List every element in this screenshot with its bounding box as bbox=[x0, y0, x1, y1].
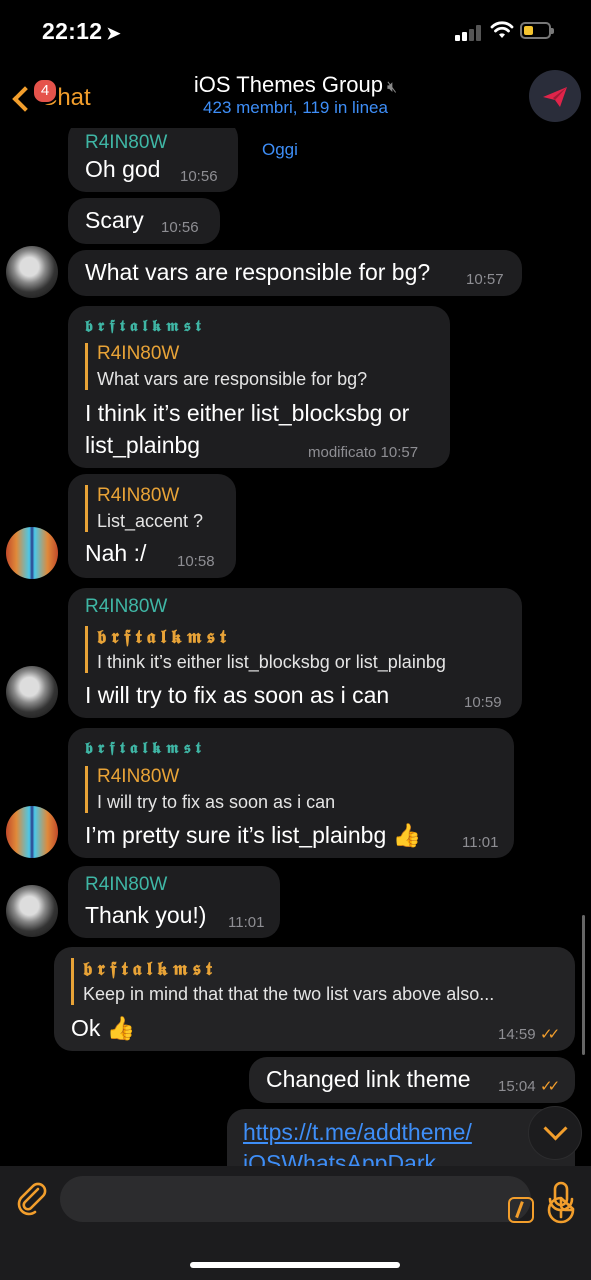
message-input[interactable] bbox=[60, 1176, 575, 1224]
status-bar: 22:12 ➤ bbox=[0, 0, 591, 64]
avatar[interactable] bbox=[6, 885, 58, 937]
avatar[interactable] bbox=[6, 246, 58, 298]
read-checkmarks-icon: ✓✓ bbox=[540, 1078, 560, 1095]
location-icon: ➤ bbox=[106, 24, 121, 43]
sender-name: 𝖇𝖗𝖋𝖙𝖆𝖑𝖐𝖒𝖘𝖙 bbox=[85, 738, 206, 757]
message-text: Thank you!) bbox=[85, 902, 207, 928]
message-bubble[interactable]: What vars are responsible for bg? 10:57 bbox=[68, 250, 522, 296]
message-bubble[interactable]: R4IN80W Thank you!) 11:01 bbox=[68, 866, 280, 938]
avatar[interactable] bbox=[6, 666, 58, 718]
reply-quote[interactable]: R4IN80W What vars are responsible for bg… bbox=[85, 343, 367, 390]
message-bubble[interactable]: R4IN80W Oh god 10:56 bbox=[68, 128, 238, 192]
wifi-icon bbox=[490, 21, 514, 38]
command-slash-icon[interactable] bbox=[508, 1197, 534, 1223]
paper-plane-icon bbox=[543, 87, 567, 107]
message-link[interactable]: https://t.me/addtheme/ bbox=[243, 1119, 472, 1146]
sender-name: 𝖇𝖗𝖋𝖙𝖆𝖑𝖐𝖒𝖘𝖙 bbox=[85, 316, 206, 335]
reply-sender: R4IN80W bbox=[97, 343, 180, 364]
message-text: I’m pretty sure it’s list_plainbg 👍 bbox=[85, 822, 422, 848]
avatar[interactable] bbox=[6, 527, 58, 579]
group-title[interactable]: iOS Themes Group 🔇︎ bbox=[0, 72, 591, 98]
paperclip-icon[interactable] bbox=[14, 1180, 50, 1216]
muted-icon: 🔇︎ bbox=[387, 79, 398, 96]
reply-text: What vars are responsible for bg? bbox=[97, 369, 368, 389]
message-time: 10:57 bbox=[466, 271, 504, 288]
message-bubble-outgoing[interactable]: Changed link theme 15:04 ✓✓ bbox=[249, 1057, 575, 1103]
reply-quote[interactable]: 𝖇𝖗𝖋𝖙𝖆𝖑𝖐𝖒𝖘𝖙 Keep in mind that that the tw… bbox=[71, 958, 494, 1005]
message-time: 10:59 bbox=[464, 694, 502, 711]
message-list[interactable]: Oggi R4IN80W Oh god 10:56 Scary 10:56 Wh… bbox=[0, 128, 591, 1168]
composer-bar bbox=[0, 1166, 591, 1280]
message-text: Scary bbox=[85, 207, 144, 233]
clock-text: 22:12 bbox=[42, 18, 103, 44]
chevron-down-icon bbox=[543, 1116, 568, 1141]
scrollbar[interactable] bbox=[582, 915, 585, 1055]
sender-name: R4IN80W bbox=[85, 132, 168, 153]
reply-sender: R4IN80W bbox=[97, 485, 180, 506]
group-avatar[interactable] bbox=[529, 70, 581, 122]
date-separator: Oggi bbox=[262, 140, 298, 159]
reply-text: Keep in mind that that the two list vars… bbox=[83, 984, 495, 1004]
reply-quote[interactable]: R4IN80W I will try to fix as soon as i c… bbox=[85, 766, 335, 813]
sender-name: R4IN80W bbox=[85, 596, 168, 617]
group-subtitle: 423 membri, 119 in linea bbox=[203, 98, 388, 117]
message-text: Ok 👍 bbox=[71, 1015, 136, 1041]
message-bubble[interactable]: R4IN80W List_accent ? Nah :/ 10:58 bbox=[68, 474, 236, 578]
message-text-line: I think it’s either list_blocksbg or bbox=[85, 400, 410, 426]
message-time: 15:04 bbox=[498, 1078, 536, 1095]
message-bubble[interactable]: 𝖇𝖗𝖋𝖙𝖆𝖑𝖐𝖒𝖘𝖙 R4IN80W What vars are respons… bbox=[68, 306, 450, 468]
reply-quote[interactable]: 𝖇𝖗𝖋𝖙𝖆𝖑𝖐𝖒𝖘𝖙 I think it’s either list_bloc… bbox=[85, 626, 446, 673]
home-indicator[interactable] bbox=[190, 1262, 400, 1268]
group-title-text: iOS Themes Group bbox=[193, 72, 384, 97]
message-bubble[interactable]: R4IN80W 𝖇𝖗𝖋𝖙𝖆𝖑𝖐𝖒𝖘𝖙 I think it’s either l… bbox=[68, 588, 522, 718]
message-bubble[interactable]: Scary 10:56 bbox=[68, 198, 220, 244]
message-time: 10:58 bbox=[177, 553, 215, 570]
message-bubble-outgoing[interactable]: 𝖇𝖗𝖋𝖙𝖆𝖑𝖐𝖒𝖘𝖙 Keep in mind that that the tw… bbox=[54, 947, 575, 1051]
reply-sender: R4IN80W bbox=[97, 766, 180, 787]
battery-icon bbox=[520, 22, 554, 39]
message-time: 10:56 bbox=[161, 219, 199, 236]
cellular-signal-icon bbox=[455, 25, 483, 41]
message-text: Nah :/ bbox=[85, 540, 147, 566]
message-time: 11:01 bbox=[462, 834, 499, 851]
chat-header: Chat 4 iOS Themes Group 🔇︎ 423 membri, 11… bbox=[0, 64, 591, 128]
message-time: modificato 10:57 bbox=[308, 444, 419, 461]
scroll-to-bottom-button[interactable] bbox=[528, 1106, 582, 1160]
message-time: 11:01 bbox=[228, 914, 265, 931]
reply-text: I will try to fix as soon as i can bbox=[97, 792, 336, 812]
reply-sender: 𝖇𝖗𝖋𝖙𝖆𝖑𝖐𝖒𝖘𝖙 bbox=[97, 626, 231, 648]
avatar[interactable] bbox=[6, 806, 58, 858]
message-text: What vars are responsible for bg? bbox=[85, 259, 431, 285]
message-bubble[interactable]: 𝖇𝖗𝖋𝖙𝖆𝖑𝖐𝖒𝖘𝖙 R4IN80W I will try to fix as … bbox=[68, 728, 514, 858]
message-time: 10:56 bbox=[180, 168, 218, 185]
reply-text: List_accent ? bbox=[97, 511, 204, 531]
message-text: Changed link theme bbox=[266, 1066, 471, 1092]
sender-name: R4IN80W bbox=[85, 874, 168, 895]
message-text-line: list_plainbg bbox=[85, 432, 201, 458]
read-checkmarks-icon: ✓✓ bbox=[540, 1026, 560, 1043]
reply-text: I think it’s either list_blocksbg or lis… bbox=[97, 652, 446, 672]
clock: 22:12 ➤ bbox=[42, 18, 121, 45]
message-text: I will try to fix as soon as i can bbox=[85, 682, 390, 708]
message-text: Oh god bbox=[85, 156, 161, 182]
message-bubble-outgoing[interactable]: https://t.me/addtheme/ iOSWhatsAppDark bbox=[227, 1109, 575, 1168]
reply-quote[interactable]: R4IN80W List_accent ? bbox=[85, 485, 203, 532]
message-time: 14:59 bbox=[498, 1026, 536, 1043]
reply-sender: 𝖇𝖗𝖋𝖙𝖆𝖑𝖐𝖒𝖘𝖙 bbox=[83, 958, 217, 980]
microphone-icon[interactable] bbox=[546, 1180, 576, 1220]
